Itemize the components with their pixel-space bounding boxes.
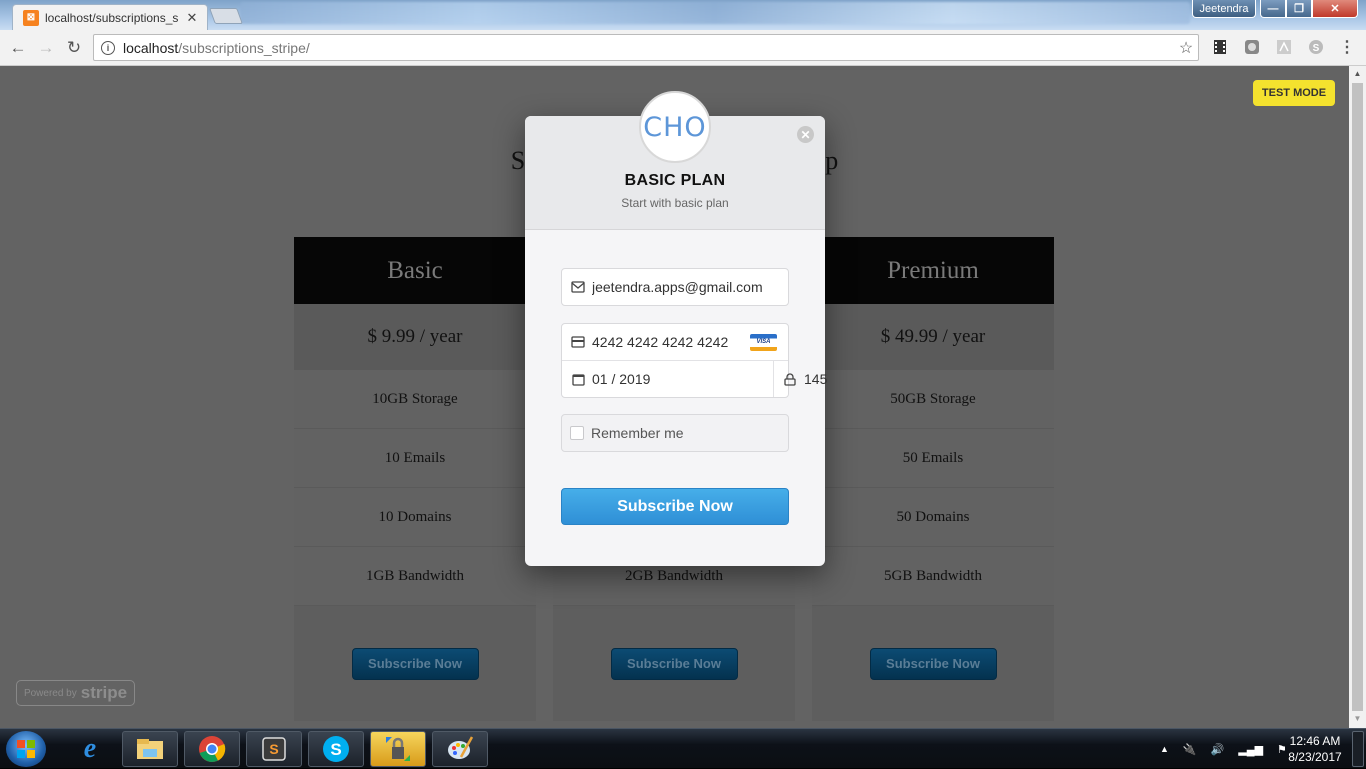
remember-me-toggle[interactable]: Remember me <box>561 414 789 452</box>
tab-title: localhost/subscriptions_s <box>45 10 179 25</box>
film-icon[interactable] <box>1211 38 1229 56</box>
subscribe-standard-button[interactable]: Subscribe Now <box>610 647 738 680</box>
browser-titlebar: ⊠ localhost/subscriptions_s ✕ Jeetendra … <box>0 0 1366 30</box>
skype-taskbar-icon[interactable]: S <box>308 731 364 767</box>
window-close-button[interactable]: ✕ <box>1312 0 1358 18</box>
file-explorer-icon[interactable] <box>122 731 178 767</box>
plan-name: Premium <box>812 237 1054 304</box>
back-icon[interactable]: ← <box>6 36 30 60</box>
xampp-icon: ⊠ <box>23 9 39 26</box>
powered-by-stripe-link[interactable]: Powered by stripe <box>16 680 135 706</box>
skype-icon[interactable]: S <box>1307 38 1325 56</box>
subscribe-basic-button[interactable]: Subscribe Now <box>351 647 479 680</box>
email-input[interactable] <box>592 279 788 295</box>
network-signal-icon[interactable]: ▂▄▆ <box>1238 743 1263 756</box>
new-tab-button[interactable] <box>209 8 243 24</box>
close-icon[interactable]: ✕ <box>797 126 814 143</box>
plan-feature: 10GB Storage <box>294 370 536 429</box>
subscribe-now-button[interactable]: Subscribe Now <box>561 488 789 525</box>
checkout-header: CHO ✕ BASIC PLAN Start with basic plan <box>525 91 825 230</box>
minimize-button[interactable]: — <box>1260 0 1286 18</box>
chrome-icon[interactable] <box>184 731 240 767</box>
svg-text:S: S <box>330 740 341 759</box>
calendar-icon <box>571 372 585 386</box>
show-desktop-button[interactable] <box>1352 731 1364 767</box>
plan-feature: 5GB Bandwidth <box>812 547 1054 606</box>
tab-close-icon[interactable]: ✕ <box>183 10 201 26</box>
scroll-down-arrow-icon[interactable]: ▼ <box>1349 714 1366 723</box>
system-clock[interactable]: 12:46 AM 8/23/2017 <box>1282 733 1348 765</box>
url-path: /subscriptions_stripe/ <box>178 39 310 56</box>
maximize-button[interactable]: ❐ <box>1286 0 1312 18</box>
scrollbar-thumb[interactable] <box>1352 83 1363 711</box>
card-field-group: VISA <box>561 323 985 398</box>
svg-text:S: S <box>1313 43 1320 54</box>
start-button[interactable] <box>6 731 46 767</box>
plan-feature: 10 Domains <box>294 488 536 547</box>
volume-icon[interactable]: 🔊 <box>1211 743 1225 756</box>
plan-price: $ 9.99 / year <box>294 304 536 370</box>
checkout-subtitle: Start with basic plan <box>621 196 729 210</box>
plan-feature: 50 Emails <box>812 429 1054 488</box>
page-scrollbar[interactable]: ▲ ▼ <box>1349 66 1366 728</box>
clock-date: 8/23/2017 <box>1288 750 1342 764</box>
heading-right-fragment: p <box>825 146 839 175</box>
plan-feature: 10 Emails <box>294 429 536 488</box>
card-number-input[interactable] <box>592 334 750 350</box>
expiry-input[interactable] <box>592 371 773 387</box>
test-mode-badge: TEST MODE <box>1253 80 1335 106</box>
svg-text:S: S <box>269 741 278 757</box>
credit-card-icon <box>571 335 585 349</box>
profile-button[interactable]: Jeetendra <box>1192 0 1256 18</box>
menu-icon[interactable]: ⋮ <box>1338 38 1356 56</box>
background-tabs-blur <box>240 2 1190 24</box>
power-icon[interactable]: 🔌 <box>1183 743 1197 756</box>
ext-icon[interactable] <box>1243 38 1261 56</box>
browser-toolbar: ← → ↻ i localhost/subscriptions_stripe/ … <box>0 30 1366 66</box>
plan-card-basic: Basic $ 9.99 / year 10GB Storage 10 Emai… <box>294 237 536 721</box>
pdf-icon[interactable] <box>1275 38 1293 56</box>
checkout-title: BASIC PLAN <box>624 172 726 189</box>
visa-card-icon: VISA <box>750 333 777 351</box>
stripe-logo: stripe <box>80 683 128 702</box>
url-host: localhost <box>123 39 179 56</box>
forward-icon[interactable]: → <box>34 36 58 60</box>
internet-explorer-icon[interactable]: e <box>62 731 118 767</box>
show-hidden-icons-icon[interactable]: ▲ <box>1160 744 1169 754</box>
powered-by-label: Powered by <box>23 687 77 699</box>
reload-icon[interactable]: ↻ <box>62 36 86 60</box>
plan-name: Basic <box>294 237 536 304</box>
vpn-lock-icon[interactable] <box>370 731 426 767</box>
heading-left-fragment: S <box>510 146 526 175</box>
bookmark-star-icon[interactable]: ☆ <box>1174 38 1198 58</box>
remember-me-label: Remember me <box>591 425 684 441</box>
plan-feature: 50 Domains <box>812 488 1054 547</box>
email-field-wrapper <box>561 268 789 306</box>
clock-time: 12:46 AM <box>1289 734 1341 748</box>
browser-tab-active[interactable]: ⊠ localhost/subscriptions_s ✕ <box>12 4 208 30</box>
sublime-text-icon[interactable]: S <box>246 731 302 767</box>
subscribe-premium-button[interactable]: Subscribe Now <box>869 647 997 680</box>
envelope-icon <box>571 280 585 294</box>
cvc-input[interactable] <box>804 371 985 387</box>
scroll-up-arrow-icon[interactable]: ▲ <box>1349 69 1366 78</box>
windows-taskbar: e S S ▲ 🔌 🔊 ▂▄▆ ⚑ 12:46 AM 8/23/2017 <box>0 728 1366 768</box>
stripe-checkout-modal: CHO ✕ BASIC PLAN Start with basic plan V… <box>525 91 985 566</box>
plan-feature: 1GB Bandwidth <box>294 547 536 606</box>
remember-me-checkbox[interactable] <box>570 426 584 440</box>
paint-icon[interactable] <box>432 731 488 767</box>
info-icon[interactable]: i <box>101 40 115 55</box>
address-bar[interactable]: i localhost/subscriptions_stripe/ ☆ <box>93 34 1199 61</box>
plan-card-premium: Premium $ 49.99 / year 50GB Storage 50 E… <box>812 237 1054 721</box>
merchant-logo: CHO <box>639 91 711 163</box>
lock-icon <box>783 372 797 386</box>
